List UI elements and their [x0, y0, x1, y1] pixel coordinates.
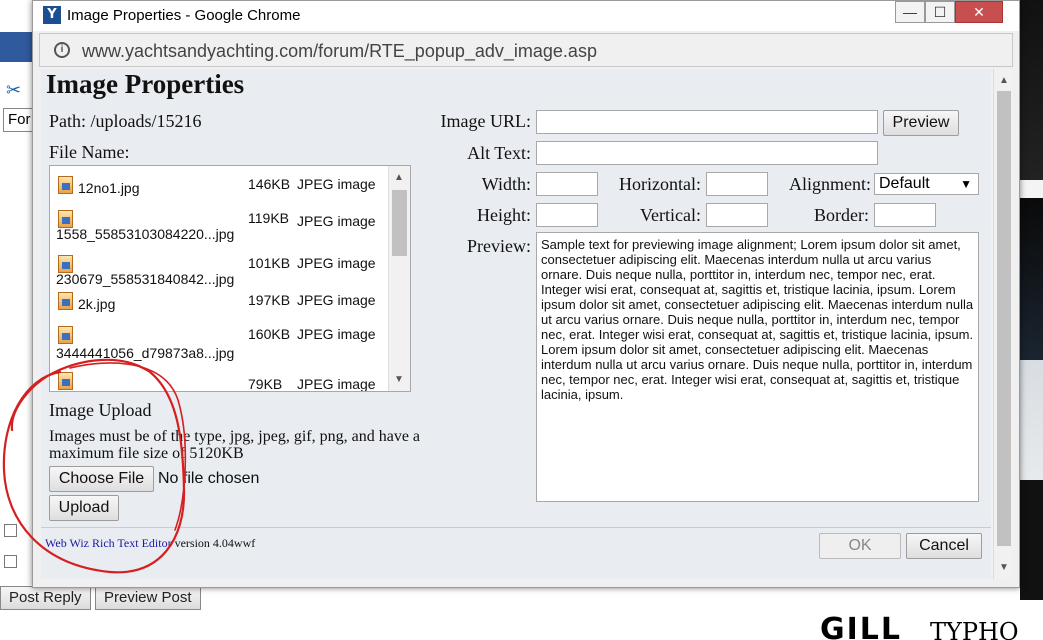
file-list[interactable]: 12no1.jpg 146KB JPEG image 1558_55853103… — [49, 165, 411, 392]
web-wiz-link[interactable]: Web Wiz Rich Text Editor — [45, 536, 172, 550]
chevron-down-icon: ▼ — [960, 177, 972, 191]
image-upload-heading: Image Upload — [49, 400, 152, 420]
width-label: Width: — [481, 174, 531, 194]
site-favicon-icon: Y — [43, 6, 61, 24]
jpeg-file-icon — [58, 326, 73, 344]
dialog-title: Image Properties — [46, 69, 245, 99]
window-scrollbar[interactable]: ▲ ▼ — [993, 69, 1013, 579]
alignment-label: Alignment: — [789, 174, 871, 194]
upload-button[interactable]: Upload — [49, 495, 119, 521]
post-reply-button[interactable]: Post Reply — [0, 586, 91, 610]
choose-file-button[interactable]: Choose File — [49, 466, 154, 492]
window-scroll-thumb[interactable] — [997, 91, 1011, 546]
list-item[interactable]: 230679_558531840842...jpg 101KB JPEG ima… — [56, 255, 386, 295]
image-url-input[interactable] — [536, 110, 878, 134]
preview-post-button[interactable]: Preview Post — [95, 586, 201, 610]
jpeg-file-icon — [58, 176, 73, 194]
maximize-button[interactable]: ☐ — [925, 1, 955, 23]
scroll-down-icon[interactable]: ▼ — [999, 562, 1009, 573]
list-item[interactable]: 3444441056_d79873a8...jpg 160KB JPEG ima… — [56, 326, 386, 366]
page-url[interactable]: www.yachtsandyachting.com/forum/RTE_popu… — [82, 41, 597, 62]
background-checkbox-1[interactable] — [4, 524, 17, 537]
preview-button[interactable]: Preview — [883, 110, 959, 136]
border-label: Border: — [814, 205, 869, 225]
alignment-preview-box: Sample text for previewing image alignme… — [536, 232, 979, 502]
vertical-input[interactable] — [706, 203, 768, 227]
close-button[interactable]: ✕ — [955, 1, 1003, 23]
alt-text-label: Alt Text: — [467, 143, 531, 163]
file-name-label: File Name: — [49, 142, 130, 162]
image-url-label: Image URL: — [440, 111, 531, 131]
minimize-button[interactable]: — — [895, 1, 925, 23]
scroll-down-icon[interactable]: ▼ — [394, 374, 404, 385]
width-input[interactable] — [536, 172, 598, 196]
editor-credit: Web Wiz Rich Text Editor version 4.04wwf — [45, 536, 255, 551]
height-input[interactable] — [536, 203, 598, 227]
horizontal-input[interactable] — [706, 172, 768, 196]
ok-button[interactable]: OK — [819, 533, 901, 559]
preview-label: Preview: — [467, 236, 531, 256]
address-bar[interactable]: i www.yachtsandyachting.com/forum/RTE_po… — [39, 33, 1013, 67]
list-item[interactable]: 79KB JPEG image — [56, 372, 386, 391]
border-input[interactable] — [874, 203, 936, 227]
file-list-scroll-thumb[interactable] — [392, 190, 407, 256]
list-item[interactable]: 1558_55853103084220...jpg 119KB JPEG ima… — [56, 210, 386, 250]
typhoon-logo: TYPHO — [930, 618, 1019, 640]
alt-text-input[interactable] — [536, 141, 878, 165]
scissors-icon[interactable]: ✂ — [6, 80, 21, 101]
no-file-chosen-text: No file chosen — [158, 470, 260, 487]
scroll-up-icon[interactable]: ▲ — [394, 172, 404, 183]
background-side-ad — [1020, 0, 1043, 600]
alignment-value: Default — [879, 175, 930, 192]
editor-version: version 4.04wwf — [171, 536, 256, 550]
popup-window: Y Image Properties - Google Chrome — ☐ ✕… — [32, 0, 1020, 588]
vertical-label: Vertical: — [640, 205, 701, 225]
horizontal-label: Horizontal: — [619, 174, 701, 194]
title-bar[interactable]: Y Image Properties - Google Chrome — ☐ ✕ — [33, 1, 1019, 31]
scroll-up-icon[interactable]: ▲ — [999, 75, 1009, 86]
info-icon[interactable]: i — [54, 42, 70, 58]
jpeg-file-icon — [58, 372, 73, 390]
gill-logo: GILL — [820, 612, 903, 640]
upload-note: Images must be of the type, jpg, jpeg, g… — [49, 428, 421, 462]
jpeg-file-icon — [58, 292, 73, 310]
window-title: Image Properties - Google Chrome — [67, 7, 301, 24]
image-properties-dialog: Image Properties Path: /uploads/15216 Fi… — [41, 69, 991, 579]
background-checkbox-2[interactable] — [4, 555, 17, 568]
alignment-select[interactable]: Default ▼ — [874, 173, 979, 195]
footer-divider — [41, 527, 991, 528]
file-list-scrollbar[interactable]: ▲ ▼ — [388, 166, 410, 391]
path-label: Path: /uploads/15216 — [49, 111, 202, 131]
cancel-button[interactable]: Cancel — [906, 533, 982, 559]
height-label: Height: — [477, 205, 531, 225]
